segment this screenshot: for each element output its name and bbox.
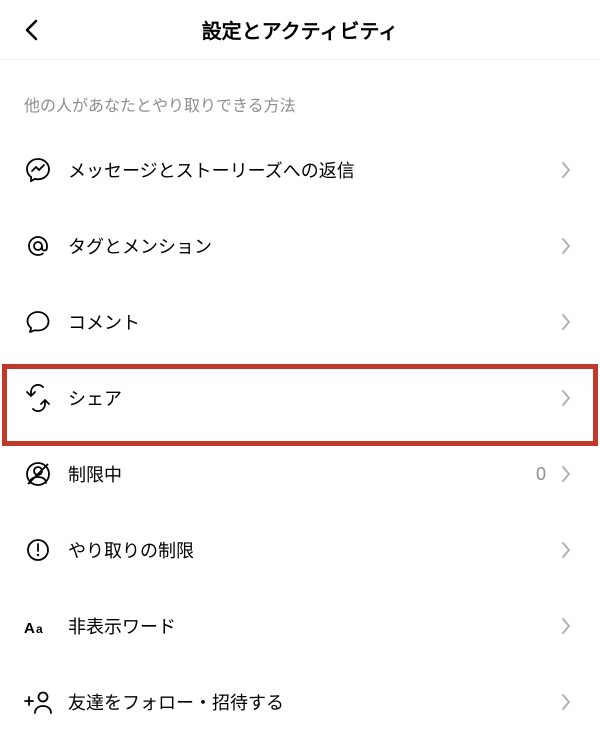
chevron-right-icon — [556, 617, 576, 635]
page-title: 設定とアクティビティ — [202, 15, 399, 44]
row-label: タグとメンション — [68, 233, 556, 259]
chevron-right-icon — [556, 389, 576, 407]
comment-icon — [24, 308, 68, 336]
row-label: シェア — [68, 385, 556, 411]
row-label: 制限中 — [68, 461, 536, 487]
chevron-right-icon — [556, 161, 576, 179]
messenger-icon — [24, 156, 68, 184]
row-label: 非表示ワード — [68, 613, 556, 639]
chevron-right-icon — [556, 237, 576, 255]
hidden-words-icon: Aa — [24, 614, 68, 638]
chevron-left-icon — [24, 19, 40, 41]
limits-icon — [24, 536, 68, 564]
row-messages-stories-replies[interactable]: メッセージとストーリーズへの返信 — [0, 132, 600, 208]
row-hidden-words[interactable]: Aa 非表示ワード — [0, 588, 600, 664]
row-comments[interactable]: コメント — [0, 284, 600, 360]
row-share[interactable]: シェア — [0, 360, 600, 436]
section-heading: 他の人があなたとやり取りできる方法 — [0, 60, 600, 132]
row-label: 友達をフォロー・招待する — [68, 689, 556, 715]
row-follow-invite-friends[interactable]: 友達をフォロー・招待する — [0, 664, 600, 740]
chevron-right-icon — [556, 465, 576, 483]
chevron-right-icon — [556, 313, 576, 331]
at-icon — [24, 232, 68, 260]
header: 設定とアクティビティ — [0, 0, 600, 60]
row-value: 0 — [536, 464, 546, 485]
add-friend-icon — [24, 688, 68, 716]
svg-text:A: A — [24, 620, 35, 637]
chevron-right-icon — [556, 693, 576, 711]
back-button[interactable] — [12, 10, 52, 50]
restrict-icon — [24, 460, 68, 488]
row-label: やり取りの制限 — [68, 537, 556, 563]
row-label: コメント — [68, 309, 556, 335]
share-icon — [24, 384, 68, 412]
row-tags-mentions[interactable]: タグとメンション — [0, 208, 600, 284]
row-interaction-limits[interactable]: やり取りの制限 — [0, 512, 600, 588]
chevron-right-icon — [556, 541, 576, 559]
row-restricted[interactable]: 制限中 0 — [0, 436, 600, 512]
row-label: メッセージとストーリーズへの返信 — [68, 157, 556, 183]
svg-text:a: a — [36, 622, 43, 636]
